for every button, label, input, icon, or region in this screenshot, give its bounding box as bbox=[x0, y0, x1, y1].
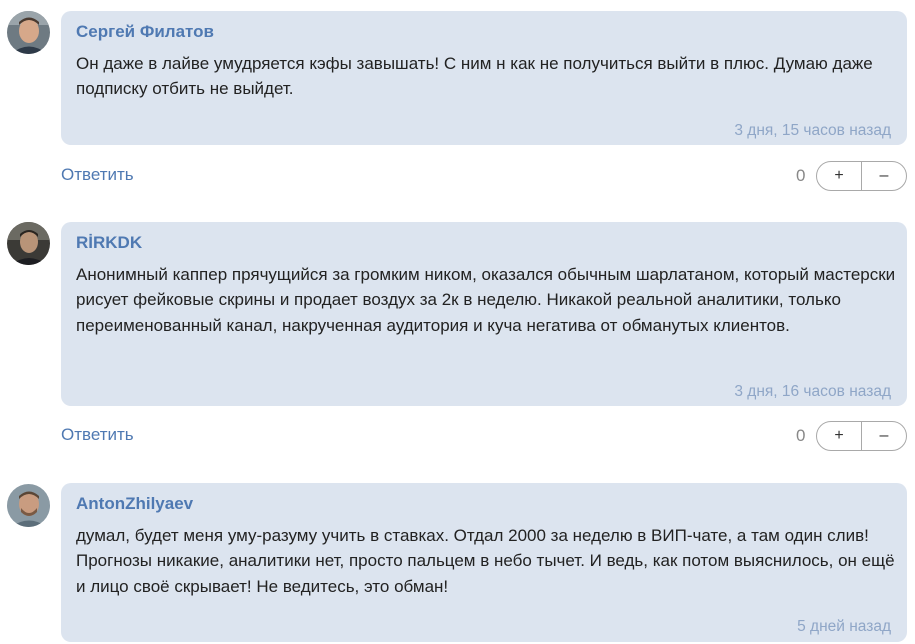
downvote-button[interactable]: – bbox=[862, 422, 906, 450]
vote-score: 0 bbox=[796, 166, 806, 185]
downvote-button[interactable]: – bbox=[862, 162, 906, 190]
comment-text: Анонимный каппер прячущийся за громким н… bbox=[76, 265, 896, 335]
author-name[interactable]: RİRKDK bbox=[76, 233, 142, 253]
comment: AntonZhilyaev думал, будет меня уму-разу… bbox=[0, 472, 915, 644]
comment-bubble: RİRKDK Анонимный каппер прячущийся за гр… bbox=[61, 222, 907, 406]
vote-score: 0 bbox=[796, 426, 806, 445]
comments-feed: Сергей Филатов Он даже в лайве умудряетс… bbox=[0, 0, 915, 644]
comment-text: думал, будет меня уму-разуму учить в ста… bbox=[76, 526, 895, 596]
reply-link[interactable]: Ответить bbox=[61, 425, 134, 445]
author-name[interactable]: AntonZhilyaev bbox=[76, 494, 193, 514]
author-name[interactable]: Сергей Филатов bbox=[76, 22, 214, 42]
user-photo-icon bbox=[7, 222, 50, 265]
comment-time: 3 дня, 16 часов назад bbox=[734, 383, 891, 400]
comment-time: 5 дней назад bbox=[797, 618, 891, 635]
comment-text: Он даже в лайве умудряется кэфы завышать… bbox=[76, 54, 873, 99]
reply-link[interactable]: Ответить bbox=[61, 165, 134, 185]
upvote-button[interactable]: + bbox=[817, 162, 862, 190]
comment-bubble: Сергей Филатов Он даже в лайве умудряетс… bbox=[61, 11, 907, 145]
vote-controls: + – bbox=[816, 421, 907, 451]
upvote-button[interactable]: + bbox=[817, 422, 862, 450]
comment-time: 3 дня, 15 часов назад bbox=[734, 122, 891, 139]
avatar[interactable] bbox=[7, 11, 50, 54]
comment-bubble: AntonZhilyaev думал, будет меня уму-разу… bbox=[61, 483, 907, 642]
vote-controls: + – bbox=[816, 161, 907, 191]
user-photo-icon bbox=[7, 484, 50, 527]
avatar[interactable] bbox=[7, 222, 50, 265]
comment: RİRKDK Анонимный каппер прячущийся за гр… bbox=[0, 211, 915, 461]
comment: Сергей Филатов Он даже в лайве умудряетс… bbox=[0, 0, 915, 200]
avatar[interactable] bbox=[7, 484, 50, 527]
user-photo-icon bbox=[7, 11, 50, 54]
